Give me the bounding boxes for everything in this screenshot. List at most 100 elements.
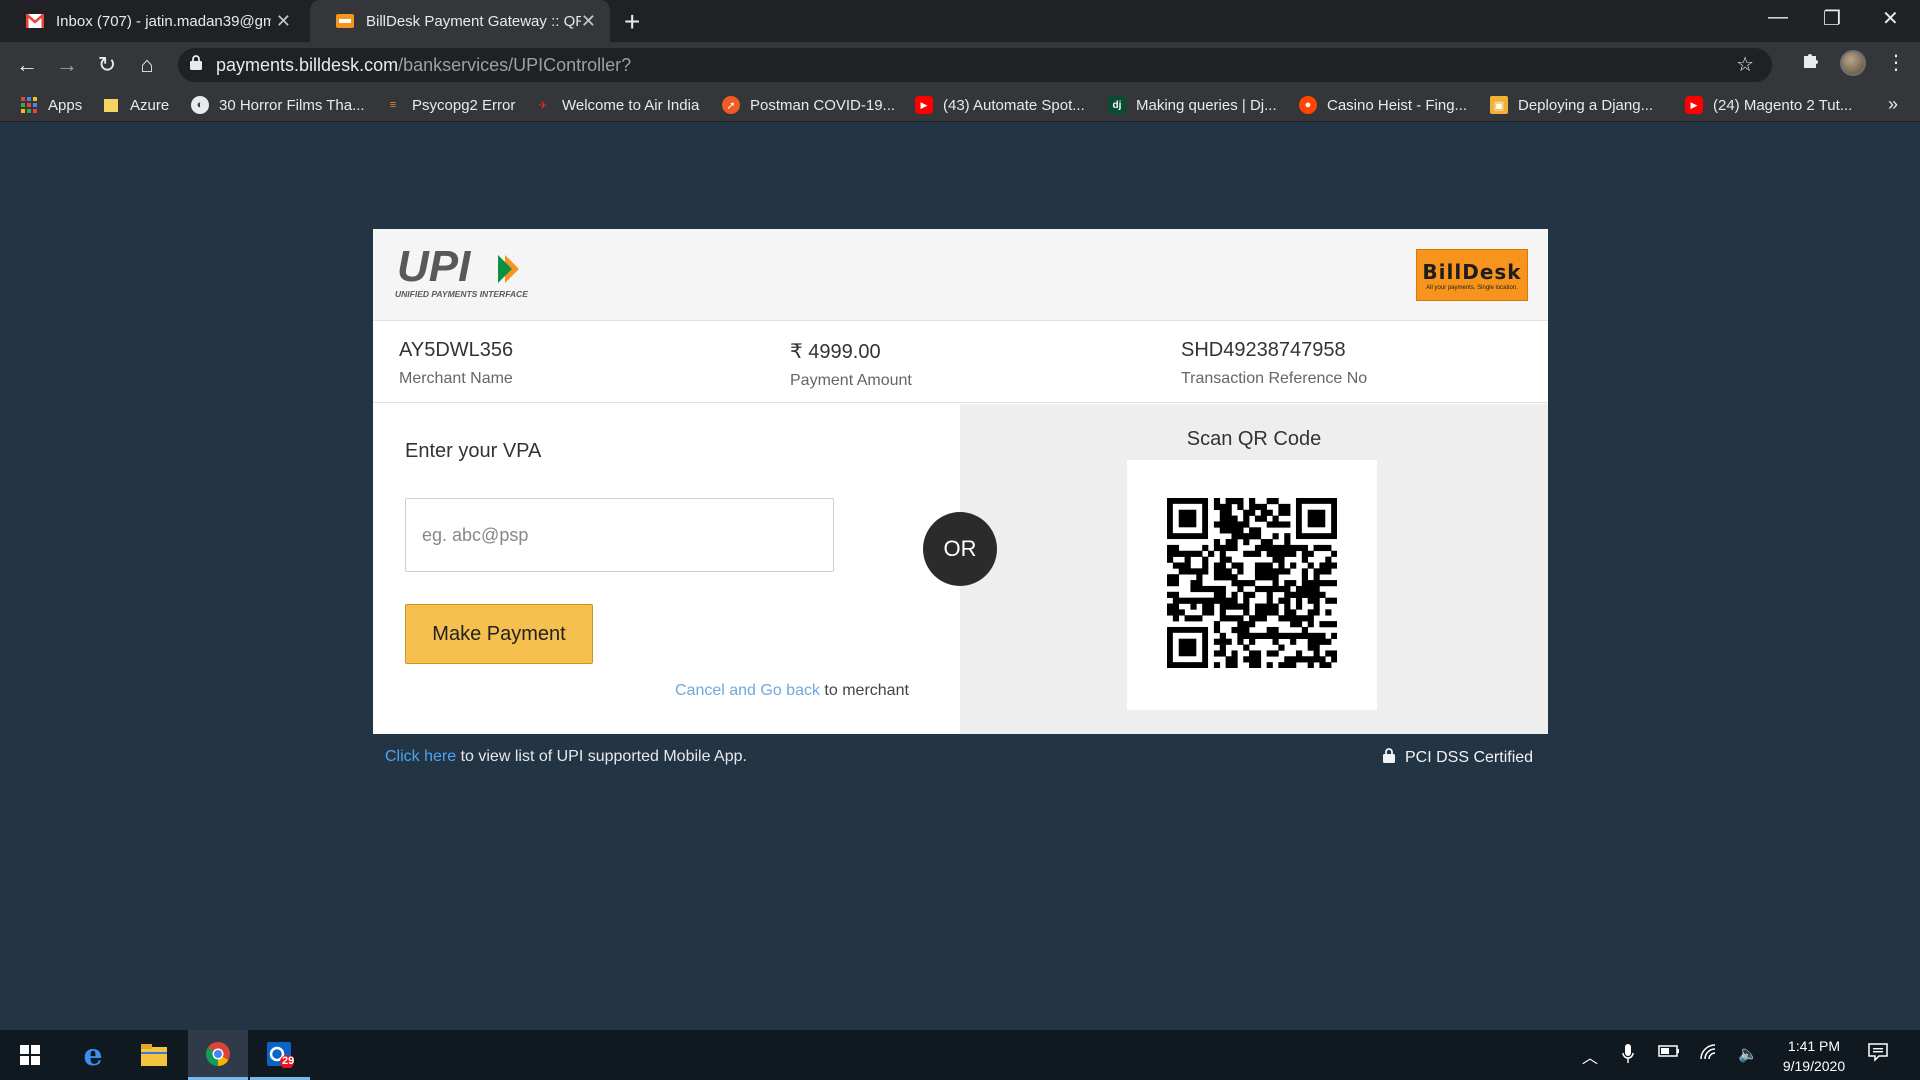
system-clock[interactable]: 1:41 PM 9/19/2020 xyxy=(1772,1036,1856,1076)
upi-logo-text: UPI xyxy=(397,247,471,291)
merchant-name-value: AY5DWL356 xyxy=(399,339,514,361)
bookmark-azure[interactable]: Azure xyxy=(102,88,169,122)
browser-tab-strip: Inbox (707) - jatin.madan39@gm ✕ BillDes… xyxy=(0,0,1920,42)
supported-apps-text: to view list of UPI supported Mobile App… xyxy=(456,748,747,765)
profile-avatar[interactable] xyxy=(1840,50,1866,76)
clock-time: 1:41 PM xyxy=(1787,1038,1841,1054)
upi-logo-subtitle: UNIFIED PAYMENTS INTERFACE xyxy=(395,289,528,299)
pci-badge: PCI DSS Certified xyxy=(1383,748,1533,768)
tab-gmail[interactable]: Inbox (707) - jatin.madan39@gm ✕ xyxy=(0,0,305,42)
extensions-puzzle-icon[interactable] xyxy=(1801,50,1821,76)
airindia-icon: ✈ xyxy=(538,99,548,112)
vpa-label: Enter your VPA xyxy=(405,440,542,462)
close-tab-icon[interactable]: ✕ xyxy=(581,11,596,32)
globe-icon: ◐ xyxy=(191,96,209,114)
merchant-block: AY5DWL356 Merchant Name xyxy=(399,339,513,388)
youtube-icon: ▶ xyxy=(915,96,933,114)
click-here-link[interactable]: Click here xyxy=(385,748,456,765)
youtube-icon: ▶ xyxy=(1685,96,1703,114)
make-payment-button[interactable]: Make Payment xyxy=(405,604,593,664)
tab-title: Inbox (707) - jatin.madan39@gm xyxy=(56,12,271,30)
url-path: /bankservices/UPIController? xyxy=(398,54,632,75)
payment-amount-label: Payment Amount xyxy=(790,372,912,389)
new-tab-plus-icon[interactable]: + xyxy=(624,6,640,38)
windows-start-icon[interactable] xyxy=(0,1030,60,1080)
chrome-icon[interactable] xyxy=(188,1030,248,1080)
volume-icon[interactable]: 🔈 xyxy=(1738,1044,1758,1064)
bookmark-deploying-django[interactable]: ▣ Deploying a Djang... xyxy=(1490,88,1653,122)
transaction-info: AY5DWL356 Merchant Name ₹ 4999.00 Paymen… xyxy=(373,321,1548,403)
close-tab-icon[interactable]: ✕ xyxy=(276,11,291,32)
battery-icon[interactable] xyxy=(1658,1044,1680,1063)
bookmark-label: (24) Magento 2 Tut... xyxy=(1713,96,1853,114)
vpa-pane: Enter your VPA Make Payment Cancel and G… xyxy=(373,404,960,734)
bookmark-automate-spot[interactable]: ▶ (43) Automate Spot... xyxy=(915,88,1085,122)
bookmark-star-icon[interactable]: ☆ xyxy=(1736,52,1754,77)
bookmark-magento[interactable]: ▶ (24) Magento 2 Tut... xyxy=(1685,88,1852,122)
reddit-icon: ● xyxy=(1299,96,1317,114)
edge-icon[interactable]: e xyxy=(63,1030,123,1080)
url-host: payments.billdesk.com xyxy=(216,54,399,75)
show-hidden-icons-chevron[interactable]: ︿ xyxy=(1582,1044,1598,1068)
file-explorer-icon[interactable] xyxy=(124,1030,184,1080)
qr-pane: Scan QR Code xyxy=(960,404,1548,734)
bookmarks-overflow-chevron[interactable]: » xyxy=(1888,94,1898,115)
django-icon: dj xyxy=(1108,96,1126,114)
close-window-icon[interactable]: ✕ xyxy=(1882,6,1899,31)
minimize-icon[interactable]: — xyxy=(1768,6,1788,29)
lock-icon[interactable] xyxy=(190,55,202,75)
billdesk-favicon xyxy=(336,12,354,30)
folder-icon xyxy=(102,96,120,114)
payment-amount-value: ₹ 4999.00 xyxy=(790,341,881,363)
restore-icon[interactable]: ❐ xyxy=(1823,6,1841,31)
billdesk-tagline: All your payments. Single location. xyxy=(1426,284,1518,291)
home-icon[interactable]: ⌂ xyxy=(132,50,162,80)
bookmark-label: Azure xyxy=(130,96,170,114)
bookmarks-bar: Apps Azure ◐ 30 Horror Films Tha... ≡ Ps… xyxy=(0,88,1920,122)
scan-qr-label: Scan QR Code xyxy=(1186,428,1322,450)
bookmark-apps[interactable]: Apps xyxy=(20,88,82,122)
bookmark-postman[interactable]: ➚ Postman COVID-19... xyxy=(722,88,895,122)
card-header: UPI UNIFIED PAYMENTS INTERFACE BillDesk … xyxy=(373,229,1548,321)
billdesk-logo: BillDesk All your payments. Single locat… xyxy=(1416,249,1528,301)
postman-icon: ➚ xyxy=(722,96,740,114)
bookmark-label: (43) Automate Spot... xyxy=(943,96,1085,114)
apps-grid-icon xyxy=(20,96,38,114)
bookmark-django-queries[interactable]: dj Making queries | Dj... xyxy=(1108,88,1277,122)
qr-code-image xyxy=(1167,498,1337,668)
bookmark-label: Postman COVID-19... xyxy=(750,96,896,114)
bookmark-label: Psycopg2 Error xyxy=(412,96,516,114)
bookmark-label: Deploying a Djang... xyxy=(1518,96,1654,114)
cancel-go-back-link[interactable]: Cancel and Go back xyxy=(675,682,820,699)
amount-block: ₹ 4999.00 Payment Amount xyxy=(790,339,912,390)
bookmark-label: 30 Horror Films Tha... xyxy=(219,96,365,114)
bookmark-casino-heist[interactable]: ● Casino Heist - Fing... xyxy=(1299,88,1467,122)
wifi-icon[interactable] xyxy=(1700,1044,1720,1065)
bookmark-air-india[interactable]: ✈ Welcome to Air India xyxy=(534,88,699,122)
pci-dss-text: PCI DSS Certified xyxy=(1405,749,1534,766)
reload-icon[interactable]: ↻ xyxy=(92,50,122,80)
billdesk-name: BillDesk xyxy=(1422,259,1522,284)
or-divider-badge: OR xyxy=(923,512,997,586)
microphone-icon[interactable] xyxy=(1622,1044,1634,1069)
action-center-icon[interactable] xyxy=(1868,1042,1888,1067)
forward-arrow-icon[interactable]: → xyxy=(52,50,82,80)
bookmark-horror-films[interactable]: ◐ 30 Horror Films Tha... xyxy=(191,88,365,122)
bookmark-psycopg2[interactable]: ≡ Psycopg2 Error xyxy=(384,88,516,122)
payment-card: UPI UNIFIED PAYMENTS INTERFACE BillDesk … xyxy=(373,229,1548,734)
stackoverflow-icon: ≡ xyxy=(389,99,397,111)
browser-menu-icon[interactable]: ⋮ xyxy=(1886,50,1906,75)
tab-title: BillDesk Payment Gateway :: QRC xyxy=(366,12,581,30)
back-arrow-icon[interactable]: ← xyxy=(12,50,42,80)
vpa-input[interactable] xyxy=(405,498,834,572)
tab-billdesk[interactable]: BillDesk Payment Gateway :: QRC ✕ xyxy=(310,0,610,42)
package-icon: ▣ xyxy=(1490,96,1508,114)
bookmark-label: Making queries | Dj... xyxy=(1136,96,1277,114)
qr-code-box xyxy=(1127,460,1377,710)
outlook-badge-count: 29 xyxy=(282,1055,295,1067)
upi-logo: UPI UNIFIED PAYMENTS INTERFACE xyxy=(395,242,535,303)
address-bar[interactable]: payments.billdesk.com /bankservices/UPIC… xyxy=(178,48,1772,82)
cancel-line: Cancel and Go back to merchant xyxy=(675,682,909,700)
bookmark-label: Apps xyxy=(48,96,83,114)
outlook-icon[interactable]: 29 xyxy=(250,1030,310,1080)
